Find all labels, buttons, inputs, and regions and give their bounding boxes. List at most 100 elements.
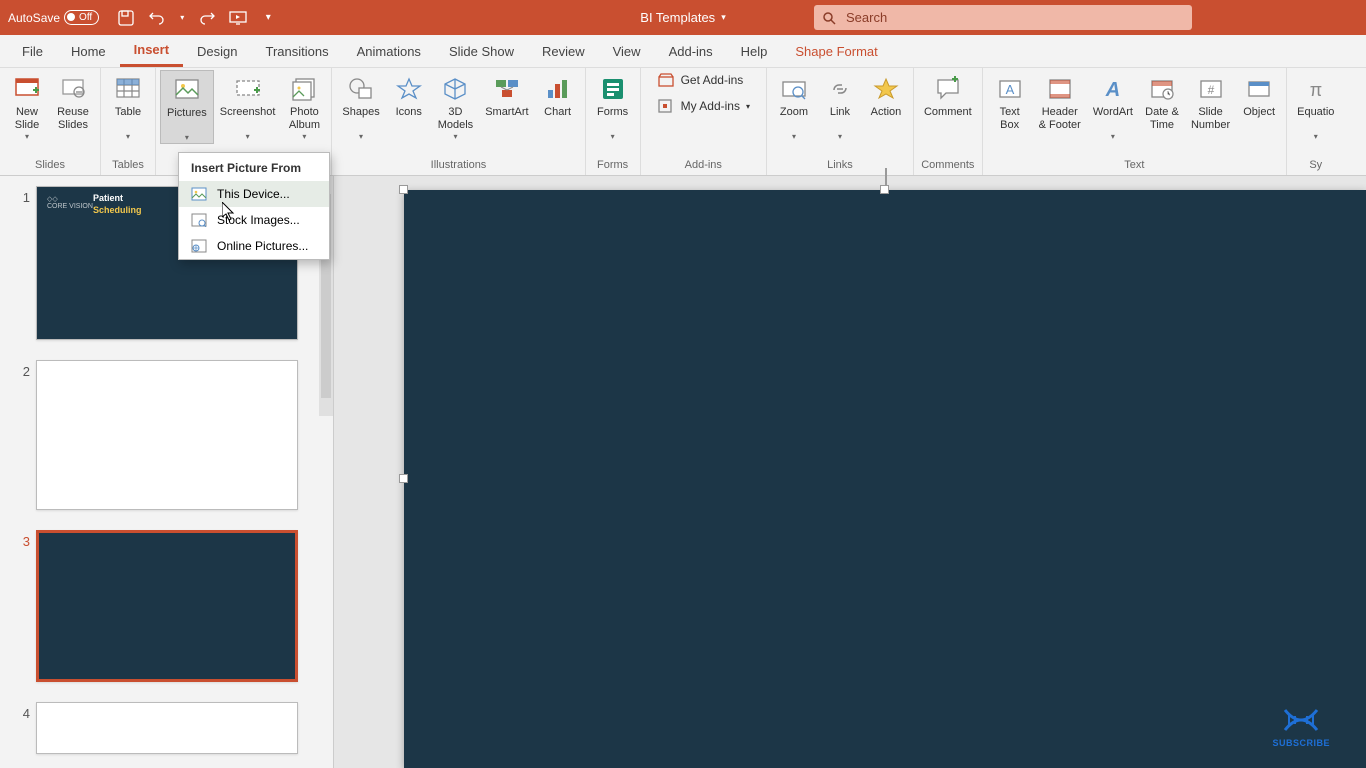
- 3d-models-button[interactable]: 3D Models▾: [432, 70, 479, 142]
- tab-review[interactable]: Review: [528, 35, 599, 67]
- object-button[interactable]: Object: [1236, 70, 1282, 119]
- slide-number-button[interactable]: # Slide Number: [1185, 70, 1236, 132]
- get-addins-button[interactable]: Get Add-ins: [651, 70, 756, 90]
- group-label: Forms: [590, 159, 636, 173]
- group-forms: Forms▾ Forms: [586, 68, 641, 175]
- header-footer-icon: [1045, 74, 1075, 104]
- group-illustrations: Shapes▾ Icons 3D Models▾ SmartArt Chart …: [332, 68, 585, 175]
- group-tables: Table▾ Tables: [101, 68, 156, 175]
- tab-insert[interactable]: Insert: [120, 35, 183, 67]
- resize-handle[interactable]: [399, 185, 408, 194]
- save-icon[interactable]: [117, 9, 135, 27]
- thumbnail-row[interactable]: 3: [0, 530, 333, 682]
- dropdown-item-stock-images[interactable]: Stock Images...: [179, 207, 329, 233]
- search-placeholder: Search: [846, 10, 887, 25]
- picture-icon: [172, 75, 202, 105]
- tab-slide-show[interactable]: Slide Show: [435, 35, 528, 67]
- forms-icon: [598, 74, 628, 104]
- rotation-handle[interactable]: [885, 168, 887, 186]
- chevron-down-icon[interactable]: ▾: [173, 9, 191, 27]
- chart-button[interactable]: Chart: [535, 70, 581, 119]
- slide-thumbnail[interactable]: [36, 702, 298, 754]
- group-label: Illustrations: [336, 159, 580, 173]
- action-button[interactable]: Action: [863, 70, 909, 119]
- dropdown-item-label: Stock Images...: [217, 213, 300, 227]
- tab-file[interactable]: File: [8, 35, 57, 67]
- group-symbols: π Equatio▾ Sy: [1287, 68, 1344, 175]
- present-icon[interactable]: [229, 9, 247, 27]
- photo-album-button[interactable]: Photo Album▾: [281, 70, 327, 142]
- dropdown-item-online-pictures[interactable]: Online Pictures...: [179, 233, 329, 259]
- screenshot-icon: [233, 74, 263, 104]
- group-label: Links: [771, 159, 909, 173]
- tab-transitions[interactable]: Transitions: [252, 35, 343, 67]
- tab-view[interactable]: View: [599, 35, 655, 67]
- document-title-text: BI Templates: [640, 10, 715, 25]
- search-icon: [822, 11, 836, 25]
- thumb-number: 4: [10, 702, 30, 721]
- autosave-label: AutoSave: [8, 11, 60, 25]
- pictures-button[interactable]: Pictures▾: [160, 70, 214, 144]
- dropdown-title: Insert Picture From: [179, 153, 329, 181]
- header-footer-button[interactable]: Header & Footer: [1033, 70, 1087, 132]
- thumbnail-row[interactable]: 2: [0, 360, 333, 510]
- group-label: Slides: [4, 159, 96, 173]
- search-input[interactable]: Search: [814, 5, 1192, 30]
- dropdown-item-label: Online Pictures...: [217, 239, 308, 253]
- zoom-button[interactable]: Zoom▾: [771, 70, 817, 142]
- my-addins-button[interactable]: My Add-ins ▾: [651, 96, 756, 116]
- subscribe-label: SUBSCRIBE: [1272, 738, 1330, 748]
- new-slide-button[interactable]: New Slide▾: [4, 70, 50, 142]
- autosave-toggle[interactable]: Off: [64, 10, 99, 25]
- new-slide-icon: [12, 74, 42, 104]
- equation-icon: π: [1301, 74, 1331, 104]
- slide-thumbnail[interactable]: [36, 530, 298, 682]
- smartart-button[interactable]: SmartArt: [479, 70, 534, 119]
- resize-handle[interactable]: [880, 185, 889, 194]
- object-icon: [1244, 74, 1274, 104]
- reuse-slides-button[interactable]: Reuse Slides: [50, 70, 96, 132]
- subscribe-badge[interactable]: SUBSCRIBE: [1272, 706, 1330, 748]
- current-slide[interactable]: [404, 190, 1366, 768]
- tab-shape-format[interactable]: Shape Format: [781, 35, 891, 67]
- tab-design[interactable]: Design: [183, 35, 251, 67]
- undo-icon[interactable]: [147, 9, 165, 27]
- table-icon: [113, 74, 143, 104]
- photo-album-icon: [289, 74, 319, 104]
- link-button[interactable]: Link▾: [817, 70, 863, 142]
- qat-customize-icon[interactable]: ▾: [259, 9, 277, 27]
- wordart-icon: A: [1098, 74, 1128, 104]
- shapes-button[interactable]: Shapes▾: [336, 70, 385, 142]
- svg-text:A: A: [1005, 82, 1014, 97]
- wordart-button[interactable]: A WordArt▾: [1087, 70, 1139, 142]
- group-label: Add-ins: [645, 159, 762, 173]
- slide-thumbnails-panel[interactable]: 1 ◇◇CORE VISION Patient Scheduling 2 3 4: [0, 176, 334, 768]
- tab-animations[interactable]: Animations: [343, 35, 435, 67]
- dna-icon: [1279, 706, 1323, 736]
- screenshot-button[interactable]: Screenshot▾: [214, 70, 282, 142]
- date-time-icon: [1147, 74, 1177, 104]
- group-addins: Get Add-ins My Add-ins ▾ Add-ins: [641, 68, 767, 175]
- zoom-icon: [779, 74, 809, 104]
- icons-button[interactable]: Icons: [386, 70, 432, 119]
- redo-icon[interactable]: [199, 9, 217, 27]
- thumbnail-row[interactable]: 4: [0, 702, 333, 754]
- thumb-number: 3: [10, 530, 30, 549]
- tab-help[interactable]: Help: [727, 35, 782, 67]
- text-box-button[interactable]: A Text Box: [987, 70, 1033, 132]
- group-label: Sy: [1291, 159, 1340, 173]
- equation-button[interactable]: π Equatio▾: [1291, 70, 1340, 142]
- group-links: Zoom▾ Link▾ Action Links: [767, 68, 914, 175]
- document-title[interactable]: BI Templates ▾: [640, 10, 725, 25]
- slide-canvas[interactable]: [334, 176, 1366, 768]
- slide-thumbnail[interactable]: [36, 360, 298, 510]
- forms-button[interactable]: Forms▾: [590, 70, 636, 142]
- dropdown-item-this-device[interactable]: This Device...: [179, 181, 329, 207]
- date-time-button[interactable]: Date & Time: [1139, 70, 1185, 132]
- tab-add-ins[interactable]: Add-ins: [655, 35, 727, 67]
- tab-home[interactable]: Home: [57, 35, 120, 67]
- comment-button[interactable]: Comment: [918, 70, 978, 119]
- online-pictures-icon: [191, 239, 207, 253]
- table-button[interactable]: Table▾: [105, 70, 151, 142]
- resize-handle[interactable]: [399, 474, 408, 483]
